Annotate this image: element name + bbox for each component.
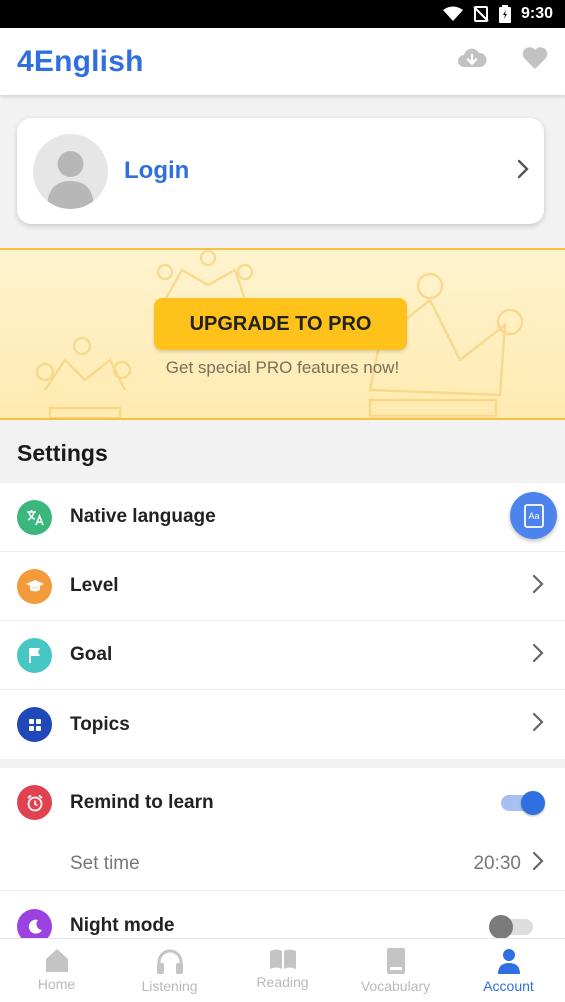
notebook-icon <box>386 948 405 974</box>
headphones-icon <box>156 949 183 974</box>
nav-label: Account <box>483 978 534 994</box>
nav-home[interactable]: Home <box>0 939 113 1002</box>
nav-listening[interactable]: Listening <box>113 939 226 1002</box>
avatar <box>33 133 108 209</box>
alarm-icon <box>17 785 52 820</box>
setting-topics[interactable]: Topics <box>0 690 565 759</box>
nav-reading[interactable]: Reading <box>226 939 339 1002</box>
chevron-right-icon <box>531 573 545 600</box>
chevron-right-icon <box>531 850 545 877</box>
remind-toggle[interactable] <box>501 790 545 815</box>
setting-label: Remind to learn <box>70 791 214 813</box>
nav-vocabulary[interactable]: Vocabulary <box>339 939 452 1002</box>
grid-icon <box>17 707 52 742</box>
heart-icon[interactable] <box>521 46 549 75</box>
setting-native-language[interactable]: Native language <box>0 483 565 552</box>
nav-label: Home <box>37 976 76 992</box>
status-time: 9:30 <box>520 5 553 22</box>
graduation-cap-icon <box>17 568 52 604</box>
nav-account[interactable]: Account <box>452 939 565 1002</box>
nav-label: Vocabulary <box>360 978 431 994</box>
svg-text:Aa: Aa <box>528 511 539 521</box>
person-icon <box>497 949 520 974</box>
nav-label: Reading <box>256 974 309 990</box>
setting-remind-to-learn[interactable]: Remind to learn <box>0 768 565 837</box>
book-open-icon <box>269 949 296 969</box>
dictionary-icon: Aa <box>523 503 544 528</box>
setting-label: Night mode <box>70 915 175 936</box>
chevron-right-icon <box>531 711 545 738</box>
cloud-download-icon[interactable] <box>457 46 487 75</box>
pro-subtitle: Get special PRO features now! <box>165 358 400 377</box>
nav-label: Listening <box>141 978 198 994</box>
setting-label: Native language <box>70 506 216 527</box>
setting-level[interactable]: Level <box>0 552 565 621</box>
setting-goal[interactable]: Goal <box>0 621 565 690</box>
dictionary-fab[interactable]: Aa <box>510 492 557 539</box>
setting-label: Topics <box>70 713 130 735</box>
bottom-nav: Home Listening Reading Vocabulary Accoun… <box>0 938 565 1002</box>
setting-label: Set time <box>70 852 140 874</box>
set-time-value: 20:30 <box>473 852 521 874</box>
no-sim-icon <box>473 6 489 22</box>
status-bar: 9:30 <box>0 0 565 28</box>
chevron-right-icon <box>516 158 530 185</box>
setting-label: Level <box>70 575 119 596</box>
upgrade-to-pro-button[interactable]: UPGRADE TO PRO <box>154 298 407 350</box>
settings-group: Native language Level Goal Topics <box>0 483 565 759</box>
pro-banner: UPGRADE TO PRO Get special PRO features … <box>0 248 565 420</box>
battery-icon <box>498 5 511 23</box>
flag-icon <box>17 637 52 673</box>
chevron-right-icon <box>531 642 545 669</box>
settings-title: Settings <box>17 440 108 466</box>
login-card[interactable]: Login <box>17 118 544 224</box>
wifi-icon <box>442 6 463 21</box>
home-icon <box>45 949 68 972</box>
app-bar: 4English <box>0 28 565 95</box>
setting-label: Goal <box>70 644 113 665</box>
translate-icon <box>17 499 52 535</box>
login-label: Login <box>124 157 190 184</box>
app-title: 4English <box>17 44 144 78</box>
setting-set-time[interactable]: Set time 20:30 <box>0 837 565 891</box>
night-mode-toggle[interactable] <box>489 915 533 939</box>
